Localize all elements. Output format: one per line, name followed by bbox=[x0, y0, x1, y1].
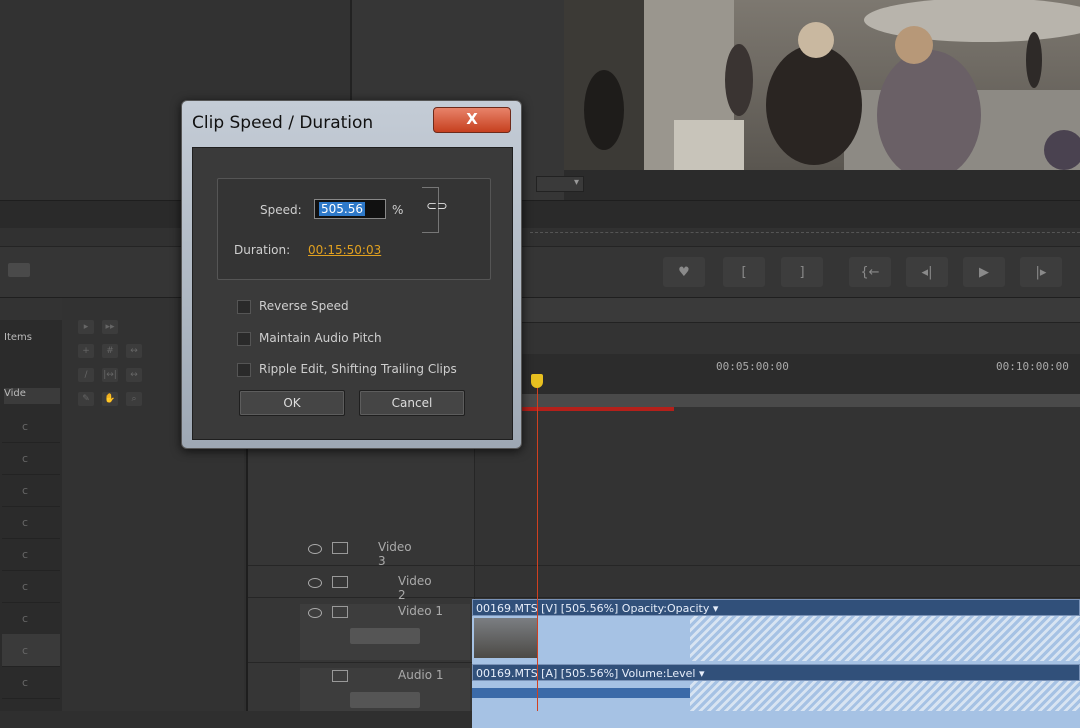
hand-tool-icon[interactable]: ✋ bbox=[102, 392, 118, 406]
program-monitor-footer bbox=[564, 170, 1080, 200]
add-marker-button[interactable]: ♥ bbox=[663, 257, 705, 287]
clip-extended-region bbox=[690, 681, 1080, 711]
close-button[interactable]: X bbox=[433, 107, 511, 133]
video-column-header[interactable]: Vide bbox=[4, 388, 60, 404]
audio-clip[interactable]: 00169.MTS [A] [505.56%] Volume:Level ▾ bbox=[472, 664, 1080, 728]
list-item[interactable]: c bbox=[2, 506, 60, 539]
speed-duration-group: Speed: 505.56 % ⊂⊃ Duration: 00:15:50:03 bbox=[217, 178, 491, 280]
list-item[interactable]: c bbox=[2, 634, 60, 667]
list-item[interactable]: c bbox=[2, 666, 60, 699]
slip-tool-icon[interactable]: |↔| bbox=[102, 368, 118, 382]
track-divider bbox=[248, 597, 1080, 598]
ok-button[interactable]: OK bbox=[239, 390, 345, 416]
reverse-speed-checkbox[interactable] bbox=[237, 299, 251, 314]
track-select-tool-icon[interactable]: ▸▸ bbox=[102, 320, 118, 334]
list-item[interactable]: c bbox=[2, 538, 60, 571]
list-item[interactable]: c bbox=[2, 602, 60, 635]
track-label: Video 2 bbox=[398, 574, 432, 602]
project-panel-tab[interactable] bbox=[0, 298, 62, 320]
clip-speed-duration-dialog: Clip Speed / Duration X Speed: 505.56 % … bbox=[181, 100, 522, 449]
collapse-icon[interactable] bbox=[332, 670, 348, 682]
list-item[interactable]: c bbox=[2, 442, 60, 475]
maintain-audio-pitch-option[interactable]: Maintain Audio Pitch bbox=[237, 331, 382, 349]
pen-tool-icon[interactable]: ✎ bbox=[78, 392, 94, 406]
step-back-button[interactable]: ◂| bbox=[906, 257, 948, 287]
rate-stretch-tool-icon[interactable]: ↔ bbox=[126, 344, 142, 358]
video-clip[interactable]: 00169.MTS [V] [505.56%] Opacity:Opacity … bbox=[472, 599, 1080, 678]
transport-controls-row: ♥ [ ] {← ◂| ▶ |▸ bbox=[0, 246, 1080, 298]
camera-icon[interactable] bbox=[8, 263, 30, 277]
mark-in-button[interactable]: [ bbox=[723, 257, 765, 287]
rolling-edit-tool-icon[interactable]: # bbox=[102, 344, 118, 358]
keyframe-nav-control[interactable] bbox=[350, 692, 420, 708]
speed-input[interactable]: 505.56 bbox=[314, 199, 386, 219]
monitor-time-ruler[interactable] bbox=[530, 222, 1080, 233]
list-item[interactable]: c bbox=[2, 570, 60, 603]
timecode-label: 00:05:00:00 bbox=[716, 360, 789, 373]
list-item[interactable]: c bbox=[2, 474, 60, 507]
timecode-label: 00:10:00:00 bbox=[996, 360, 1069, 373]
collapse-icon[interactable] bbox=[332, 576, 348, 588]
duration-label: Duration: bbox=[234, 243, 291, 257]
speed-value: 505.56 bbox=[319, 202, 365, 216]
dialog-title: Clip Speed / Duration bbox=[192, 113, 374, 133]
slide-tool-icon[interactable]: ↔ bbox=[126, 368, 142, 382]
ripple-edit-label: Ripple Edit, Shifting Trailing Clips bbox=[259, 362, 457, 376]
reverse-speed-option[interactable]: Reverse Speed bbox=[237, 299, 349, 317]
keyframe-nav-control[interactable] bbox=[350, 628, 420, 644]
audio-waveform bbox=[472, 688, 690, 698]
percent-label: % bbox=[392, 203, 404, 217]
track-divider bbox=[248, 565, 1080, 566]
zoom-level-dropdown[interactable]: ▾ bbox=[536, 176, 584, 192]
list-item[interactable]: c bbox=[2, 410, 60, 443]
cancel-button[interactable]: Cancel bbox=[359, 390, 465, 416]
maintain-audio-pitch-checkbox[interactable] bbox=[237, 331, 251, 346]
reverse-speed-label: Reverse Speed bbox=[259, 299, 349, 313]
go-to-in-button[interactable]: {← bbox=[849, 257, 891, 287]
video-frame-image bbox=[564, 0, 1080, 170]
eye-icon[interactable] bbox=[308, 544, 322, 554]
zoom-tool-icon[interactable]: ⌕ bbox=[126, 392, 142, 406]
link-icon[interactable]: ⊂⊃ bbox=[426, 199, 454, 219]
track-label: Audio 1 bbox=[398, 668, 444, 682]
speed-label: Speed: bbox=[260, 203, 302, 217]
track-label: Video 1 bbox=[398, 604, 444, 618]
items-count-label: Items bbox=[4, 332, 32, 343]
project-panel: Items Vide c c c c c c c c c bbox=[0, 298, 63, 711]
clip-title: 00169.MTS [V] [505.56%] Opacity:Opacity … bbox=[472, 599, 1080, 616]
playhead-line[interactable] bbox=[537, 388, 538, 711]
selection-tool-icon[interactable]: ▸ bbox=[78, 320, 94, 334]
eye-icon[interactable] bbox=[308, 608, 322, 618]
ripple-edit-option[interactable]: Ripple Edit, Shifting Trailing Clips bbox=[237, 362, 457, 380]
track-header-audio-1: Audio 1 bbox=[300, 668, 470, 711]
track-label: Video 3 bbox=[378, 540, 412, 568]
playhead-handle[interactable] bbox=[531, 374, 543, 388]
play-button[interactable]: ▶ bbox=[963, 257, 1005, 287]
program-monitor-video bbox=[564, 0, 1080, 170]
collapse-icon[interactable] bbox=[332, 606, 348, 618]
ripple-edit-checkbox[interactable] bbox=[237, 362, 251, 377]
eye-icon[interactable] bbox=[308, 578, 322, 588]
clip-thumbnail bbox=[474, 618, 538, 658]
ripple-edit-tool-icon[interactable]: + bbox=[78, 344, 94, 358]
mark-out-button[interactable]: ] bbox=[781, 257, 823, 287]
timeline-ruler[interactable]: 00:05:00:00 00:10:00:00 bbox=[474, 354, 1080, 411]
maintain-audio-pitch-label: Maintain Audio Pitch bbox=[259, 331, 382, 345]
duration-input[interactable]: 00:15:50:03 bbox=[308, 243, 381, 257]
track-header-video-1: Video 1 bbox=[300, 604, 470, 660]
clip-title: 00169.MTS [A] [505.56%] Volume:Level ▾ bbox=[472, 664, 1080, 681]
step-forward-button[interactable]: |▸ bbox=[1020, 257, 1062, 287]
clip-extended-region bbox=[690, 616, 1080, 661]
work-area-bar[interactable] bbox=[474, 394, 1080, 407]
razor-tool-icon[interactable]: / bbox=[78, 368, 94, 382]
collapse-icon[interactable] bbox=[332, 542, 348, 554]
